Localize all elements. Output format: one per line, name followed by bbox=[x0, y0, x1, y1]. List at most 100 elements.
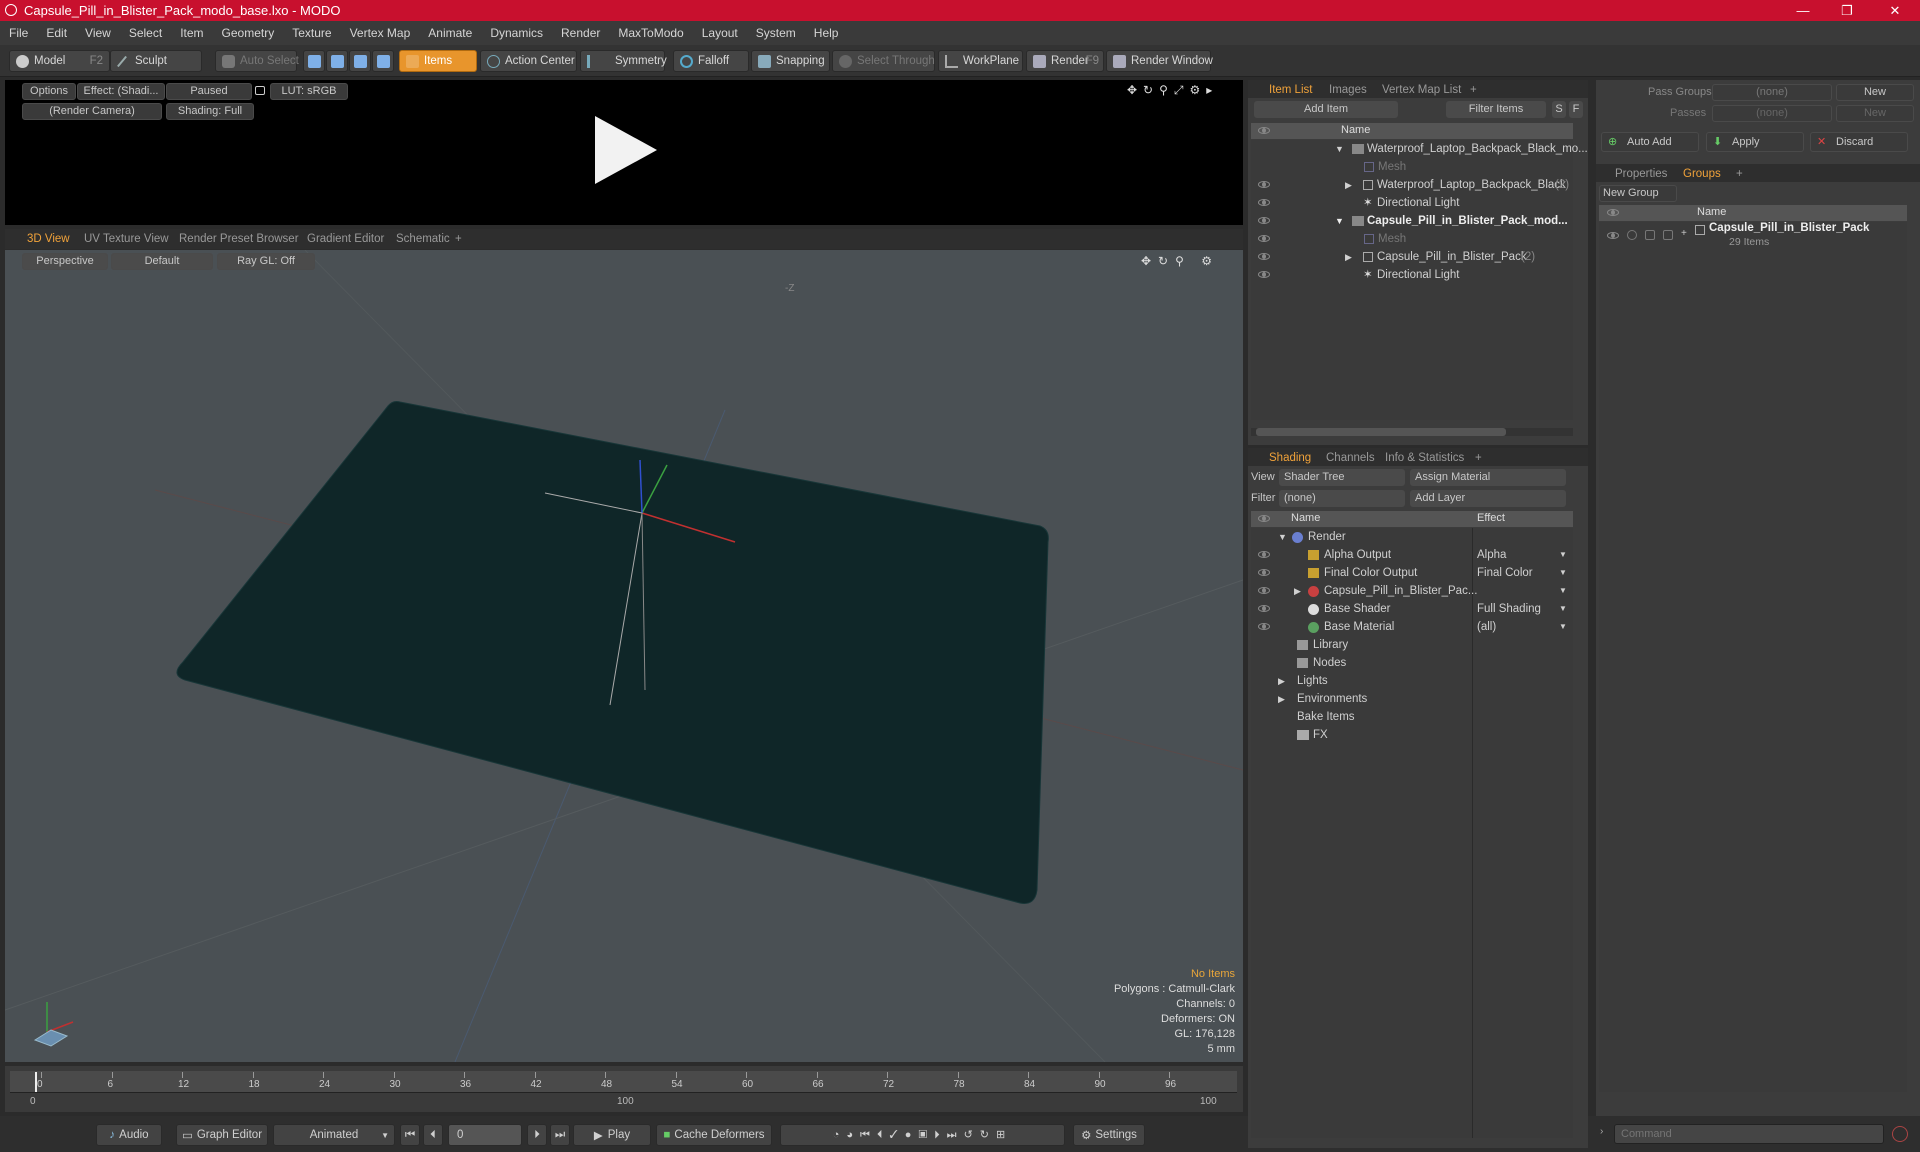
workplane-button[interactable]: WorkPlane bbox=[938, 50, 1023, 72]
new-group-button[interactable]: New Group bbox=[1599, 185, 1677, 202]
assign-material-button[interactable]: Assign Material bbox=[1410, 469, 1566, 486]
edges-mode-button[interactable] bbox=[326, 50, 348, 72]
add-tab-button[interactable]: + bbox=[455, 230, 462, 248]
tab-3d-view[interactable]: 3D View bbox=[27, 230, 70, 248]
audio-button[interactable]: ♪ Audio bbox=[96, 1124, 162, 1146]
menu-select[interactable]: Select bbox=[120, 26, 171, 40]
timeline[interactable]: 0 6 12 18 24 30 36 42 48 54 60 66 72 78 84 90 96 0 100 1… bbox=[5, 1066, 1243, 1112]
render-window-button[interactable]: Render Window bbox=[1106, 50, 1213, 72]
expand-icon[interactable]: ▶ bbox=[1294, 582, 1301, 600]
shader-row-fx[interactable]: FX bbox=[1251, 726, 1573, 744]
eye-icon[interactable] bbox=[1258, 271, 1270, 278]
chevron-down-icon[interactable]: ▼ bbox=[1559, 582, 1567, 600]
shader-row-base-material[interactable]: Base Material (all) ▼ bbox=[1251, 618, 1573, 636]
add-layer-dropdown[interactable]: Add Layer bbox=[1410, 490, 1566, 507]
menu-geometry[interactable]: Geometry bbox=[213, 26, 284, 40]
shader-row-nodes[interactable]: Nodes bbox=[1251, 654, 1573, 672]
sculpt-button[interactable]: Sculpt bbox=[110, 50, 202, 72]
tree-row-capsule-group[interactable]: ▶ Capsule_Pill_in_Blister_Pack (2) bbox=[1251, 248, 1573, 266]
filter-dropdown[interactable]: (none) bbox=[1279, 490, 1405, 507]
3d-viewport[interactable]: Perspective Default Ray GL: Off -Z ✥↻⚲ ⚙… bbox=[5, 250, 1243, 1062]
menu-view[interactable]: View bbox=[76, 26, 120, 40]
shader-row-bake-items[interactable]: Bake Items bbox=[1251, 708, 1573, 726]
add-tab-button[interactable]: + bbox=[1470, 81, 1477, 99]
menu-item[interactable]: Item bbox=[171, 26, 212, 40]
falloff-button[interactable]: Falloff bbox=[673, 50, 749, 72]
eye-icon[interactable] bbox=[1258, 181, 1270, 188]
expand-icon[interactable]: ▼ bbox=[1335, 212, 1344, 230]
eye-icon[interactable] bbox=[1258, 569, 1270, 576]
shading-dropdown[interactable]: Shading: Full bbox=[166, 103, 254, 120]
render-button[interactable]: Render F9 bbox=[1026, 50, 1104, 72]
f-button[interactable]: F bbox=[1569, 101, 1583, 118]
minimize-button[interactable]: — bbox=[1781, 0, 1825, 21]
chevron-down-icon[interactable]: ▼ bbox=[1559, 546, 1567, 564]
shader-row-base-shader[interactable]: Base Shader Full Shading ▼ bbox=[1251, 600, 1573, 618]
filter-items-input[interactable]: Filter Items bbox=[1446, 101, 1546, 118]
menu-edit[interactable]: Edit bbox=[37, 26, 76, 40]
tab-info-statistics[interactable]: Info & Statistics bbox=[1385, 449, 1464, 467]
eye-icon[interactable] bbox=[1258, 551, 1270, 558]
tree-row-backpack-group[interactable]: ▶ Waterproof_Laptop_Backpack_Black (2) bbox=[1251, 176, 1573, 194]
options-button[interactable]: Options bbox=[22, 83, 76, 100]
menu-render[interactable]: Render bbox=[552, 26, 609, 40]
render-toggle-icon[interactable] bbox=[1627, 230, 1637, 240]
eye-icon[interactable] bbox=[1258, 253, 1270, 260]
expand-icon[interactable]: ▶ bbox=[1345, 176, 1352, 194]
polygons-mode-button[interactable] bbox=[349, 50, 371, 72]
menu-layout[interactable]: Layout bbox=[693, 26, 747, 40]
tab-gradient-editor[interactable]: Gradient Editor bbox=[307, 230, 384, 248]
prev-key-button[interactable]: ⏴ bbox=[423, 1124, 443, 1146]
timeline-playhead[interactable] bbox=[35, 1072, 37, 1092]
shader-row-final-color-output[interactable]: Final Color Output Final Color ▼ bbox=[1251, 564, 1573, 582]
eye-icon[interactable] bbox=[1258, 587, 1270, 594]
default-dropdown[interactable]: Default bbox=[111, 253, 213, 270]
menu-vertex-map[interactable]: Vertex Map bbox=[341, 26, 420, 40]
tree-row-mesh[interactable]: Mesh bbox=[1251, 230, 1573, 248]
new-pass-button[interactable]: New bbox=[1836, 105, 1914, 122]
frame-input[interactable]: 0 bbox=[448, 1124, 522, 1146]
select-toggle-icon[interactable] bbox=[1663, 230, 1673, 240]
tree-row-backpack-scene[interactable]: ▼ Waterproof_Laptop_Backpack_Black_mo... bbox=[1251, 140, 1588, 158]
s-button[interactable]: S bbox=[1552, 101, 1566, 118]
key-tools-icons[interactable]: ◔◕⏮⏴✓●▣⏵⏭↺↻⊞ bbox=[780, 1124, 1065, 1146]
shader-row-alpha-output[interactable]: Alpha Output Alpha ▼ bbox=[1251, 546, 1573, 564]
expand-icon[interactable]: ▼ bbox=[1278, 528, 1287, 546]
record-icon[interactable] bbox=[1892, 1126, 1908, 1142]
eye-icon[interactable] bbox=[1258, 623, 1270, 630]
shader-row-render[interactable]: ▼ Render bbox=[1251, 528, 1573, 546]
tab-uv-texture-view[interactable]: UV Texture View bbox=[84, 230, 169, 248]
auto-select-button[interactable]: Auto Select bbox=[215, 50, 299, 72]
item-list-hscrollbar[interactable] bbox=[1251, 428, 1573, 436]
auto-add-button[interactable]: ⊕ Auto Add bbox=[1601, 132, 1699, 152]
tab-groups[interactable]: Groups bbox=[1683, 165, 1721, 183]
tab-images[interactable]: Images bbox=[1329, 81, 1367, 99]
pass-groups-dropdown[interactable]: (none) bbox=[1712, 84, 1832, 101]
menu-animate[interactable]: Animate bbox=[419, 26, 481, 40]
lock-toggle-icon[interactable] bbox=[1645, 230, 1655, 240]
shader-row-environments[interactable]: ▶ Environments bbox=[1251, 690, 1573, 708]
select-through-button[interactable]: Select Through bbox=[832, 50, 935, 72]
effect-dropdown[interactable]: Effect: (Shadi... bbox=[77, 83, 165, 100]
expand-icon[interactable]: ▶ bbox=[1278, 690, 1285, 708]
play-button[interactable]: ▶ Play bbox=[573, 1124, 651, 1146]
eye-icon[interactable] bbox=[1258, 605, 1270, 612]
passes-dropdown[interactable]: (none) bbox=[1712, 105, 1832, 122]
apply-button[interactable]: ⬇ Apply bbox=[1706, 132, 1804, 152]
menu-dynamics[interactable]: Dynamics bbox=[481, 26, 552, 40]
tree-row-directional-light[interactable]: ✶ Directional Light bbox=[1251, 194, 1573, 212]
camera-dropdown[interactable]: (Render Camera) bbox=[22, 103, 162, 120]
materials-mode-button[interactable] bbox=[372, 50, 394, 72]
tab-render-preset-browser[interactable]: Render Preset Browser bbox=[179, 230, 299, 248]
tab-properties[interactable]: Properties bbox=[1615, 165, 1667, 183]
expand-icon[interactable]: + bbox=[1681, 228, 1687, 239]
add-tab-button[interactable]: + bbox=[1736, 165, 1743, 183]
paused-button[interactable]: Paused bbox=[166, 83, 252, 100]
tree-row-mesh[interactable]: Mesh bbox=[1251, 158, 1573, 176]
symmetry-button[interactable]: Symmetry bbox=[580, 50, 667, 72]
preview-nav-icons[interactable]: ✥↻⚲⤢⚙▸ bbox=[1127, 83, 1237, 97]
play-preview-icon[interactable] bbox=[595, 116, 657, 184]
tab-shading[interactable]: Shading bbox=[1269, 449, 1311, 467]
menu-maxtomodo[interactable]: MaxToModo bbox=[609, 26, 692, 40]
vertices-mode-button[interactable] bbox=[303, 50, 325, 72]
